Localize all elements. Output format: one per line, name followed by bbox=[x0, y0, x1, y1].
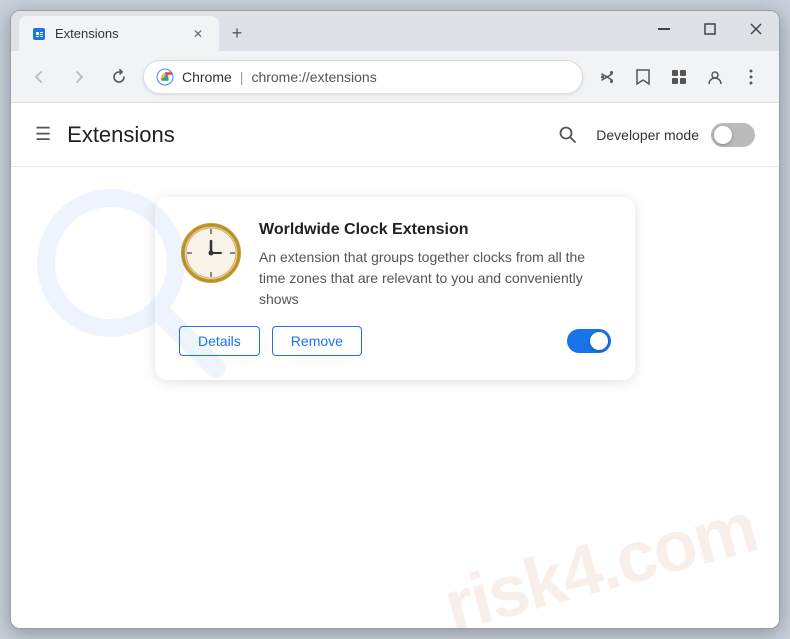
new-tab-button[interactable]: + bbox=[223, 19, 251, 47]
close-button[interactable] bbox=[733, 11, 779, 46]
search-button[interactable] bbox=[552, 119, 584, 151]
forward-button[interactable] bbox=[63, 61, 95, 93]
share-icon-button[interactable] bbox=[591, 61, 623, 93]
tab-title: Extensions bbox=[55, 26, 181, 41]
profile-icon-button[interactable] bbox=[699, 61, 731, 93]
chrome-logo-icon bbox=[156, 68, 174, 86]
header-right: Developer mode bbox=[552, 119, 755, 151]
page-title: Extensions bbox=[67, 122, 175, 148]
extensions-body: Worldwide Clock Extension An extension t… bbox=[11, 167, 779, 628]
extension-enable-toggle[interactable] bbox=[567, 329, 611, 353]
page-content: risk4.com ☰ Extensions Developer mode bbox=[11, 103, 779, 628]
menu-icon-button[interactable]: ☰ bbox=[35, 124, 51, 145]
extension-card-bottom: Details Remove bbox=[179, 326, 611, 356]
remove-button[interactable]: Remove bbox=[272, 326, 362, 356]
toolbar: Chrome | chrome://extensions bbox=[11, 51, 779, 103]
more-menu-button[interactable] bbox=[735, 61, 767, 93]
extension-card: Worldwide Clock Extension An extension t… bbox=[155, 197, 635, 380]
developer-mode-toggle[interactable] bbox=[711, 123, 755, 147]
extensions-header: ☰ Extensions Developer mode bbox=[11, 103, 779, 167]
header-left: ☰ Extensions bbox=[35, 122, 175, 148]
extensions-icon-button[interactable] bbox=[663, 61, 695, 93]
browser-brand-label: Chrome bbox=[182, 69, 232, 85]
minimize-button[interactable] bbox=[641, 11, 687, 46]
extension-info: Worldwide Clock Extension An extension t… bbox=[259, 221, 611, 310]
developer-mode-label: Developer mode bbox=[596, 127, 699, 143]
browser-window: Extensions ✕ + bbox=[10, 10, 780, 629]
extension-card-top: Worldwide Clock Extension An extension t… bbox=[179, 221, 611, 310]
back-button[interactable] bbox=[23, 61, 55, 93]
maximize-button[interactable] bbox=[687, 11, 733, 46]
extension-name: Worldwide Clock Extension bbox=[259, 221, 611, 239]
toolbar-icons bbox=[591, 61, 767, 93]
title-bar: Extensions ✕ + bbox=[11, 11, 779, 51]
address-bar[interactable]: Chrome | chrome://extensions bbox=[143, 60, 583, 94]
address-url: chrome://extensions bbox=[251, 69, 376, 85]
tab-favicon-icon bbox=[31, 26, 47, 42]
extension-icon bbox=[179, 221, 243, 285]
bookmark-icon-button[interactable] bbox=[627, 61, 659, 93]
reload-button[interactable] bbox=[103, 61, 135, 93]
address-divider: | bbox=[240, 69, 244, 85]
extension-description: An extension that groups together clocks… bbox=[259, 247, 611, 310]
tab-close-button[interactable]: ✕ bbox=[189, 25, 207, 43]
details-button[interactable]: Details bbox=[179, 326, 260, 356]
window-controls bbox=[641, 11, 779, 46]
active-tab[interactable]: Extensions ✕ bbox=[19, 16, 219, 51]
